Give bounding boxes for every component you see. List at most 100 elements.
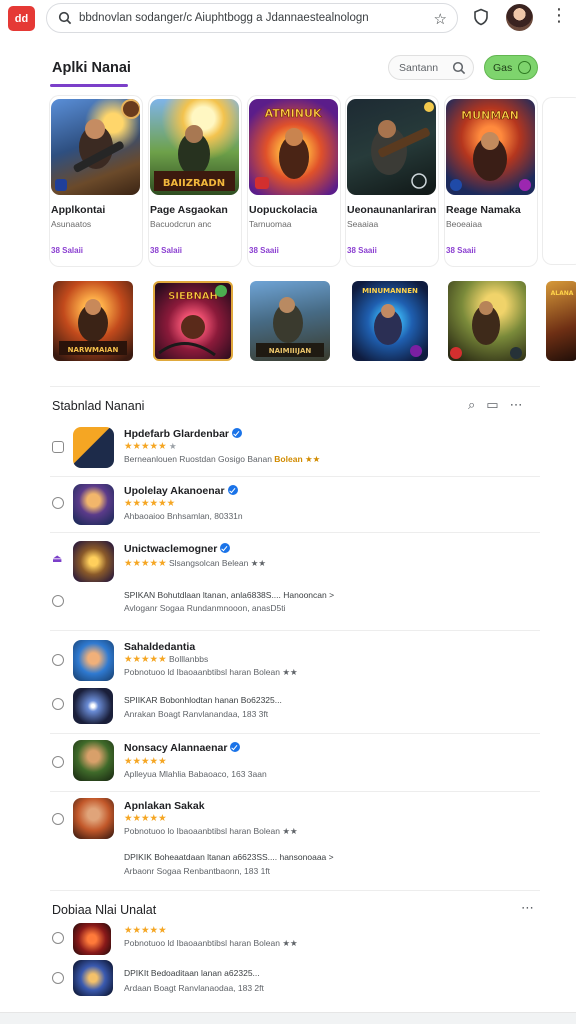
game-thumbnail[interactable] [448,281,526,361]
divider [50,791,540,792]
app-card-price: 38 Saaii [446,246,476,255]
thumbnail-text: NARWMAIAN [68,346,119,354]
list-item-subdetail: Anrakan Boagt Ranvlanandaa, 183 3ft [124,709,269,719]
row-checkbox[interactable] [52,654,64,666]
app-icon[interactable] [73,923,111,955]
app-card-price: 38 Salaii [51,246,84,255]
app-card-art: MUNMAN [446,99,535,195]
app-icon[interactable] [73,798,114,839]
list-item-title: Apnlakan Sakak [124,800,205,812]
list-item-meta: Pobnotuoo ld Ibaoaanbtibsl haran Bolean … [124,667,298,677]
app-logo[interactable]: dd [8,6,35,31]
verified-icon [227,485,238,495]
browser-toolbar: dd bbdnovlan sodanger/c Aiuphtbogg a Jda… [0,0,576,36]
app-icon[interactable] [73,484,114,525]
list-item-meta: Berneanlouen Ruostdan Gosigo Banan Bolea… [124,454,321,464]
list-item-subdetail: Avloganr Sogaa Rundanmnooon, anasD5ti [124,603,286,613]
app-card-price: 38 Saaii [347,246,377,255]
list-item-rating: ★★★★★ [124,813,167,824]
list-item-title: Nonsacy Alannaenar [124,742,241,754]
app-icon[interactable] [73,740,114,781]
app-card-name: Ueonaunanlariran [347,204,437,216]
divider [50,630,540,631]
list-item-rating: ★★★★★ Bolllanbbs [124,654,209,665]
bottom-bar [0,1012,576,1024]
app-icon[interactable] [73,688,113,724]
app-card[interactable]: Ueonaunanlariran Seaaiaa 38 Saaii [346,96,438,266]
row-checkbox[interactable] [52,813,64,825]
row-checkbox[interactable] [52,595,64,607]
list-item-rating: ★★★★★ [124,756,167,767]
app-card-price: 38 Saaii [249,246,279,255]
app-card[interactable]: BAIIZRADN Page Asgaokan Bacuodcrun anc 3… [149,96,241,266]
more-vert-icon[interactable]: ⋮ [550,6,568,24]
game-thumbnail[interactable]: ALANA [546,281,576,361]
row-checkbox[interactable] [52,497,64,509]
list-item-meta: ★★★★★ Slsangsolcan Belean ★★ [124,558,266,569]
divider [50,890,540,891]
thumbnail-text: NAIMIIIJAN [269,347,312,355]
list-item-meta: Ahbaoaioo Bnhsamlan, 80331n [124,511,243,521]
game-thumbnail[interactable]: NAIMIIIJAN [250,281,330,361]
app-card-art [51,99,140,195]
more-horiz-icon[interactable]: ⋯ [510,398,523,411]
star-icon[interactable]: ☆ [434,10,447,28]
list-item-detail: SPIKAN Bohutdlaan ltanan, anla6838S.... … [124,590,335,600]
list-item-meta: Pobnotuoo ld Ibaoaanbtibsl haran Bolean … [124,938,298,948]
app-card-peek[interactable] [543,98,576,264]
row-checkbox[interactable] [52,972,64,984]
list-item-detail: SPIIKAR Bobonhlodtan hanan Bo62325... [124,695,282,705]
more-horiz-icon[interactable]: ⋯ [521,900,534,916]
verified-icon [230,742,241,752]
row-checkbox[interactable] [52,932,64,944]
divider [50,532,540,533]
app-card-sub: Bacuodcrun anc [150,219,212,229]
list-item-meta: Aplleyua Mlahlia Babaoaco, 163 3aan [124,769,267,779]
app-icon[interactable] [73,427,114,468]
filter-search-label: Santann [399,62,439,74]
bottom-heading: Dobiaa Nlai Unalat [52,903,157,917]
avatar[interactable] [506,4,533,31]
game-thumbnail[interactable]: NARWMAIAN [53,281,133,361]
go-button[interactable]: Gas [484,55,538,80]
go-button-label: Gas [493,62,513,74]
list-item-meta: Pobnotuoo lo Ibaoaanbtibsl haran Bolean … [124,826,298,836]
list-item-title: Hpdefarb Glardenbar [124,428,243,440]
search-icon [452,61,466,75]
row-checkbox[interactable] [52,756,64,768]
app-card-art: ATMINUK [249,99,338,195]
app-card-art [347,99,436,195]
search-icon[interactable]: ⌕ [468,398,475,411]
app-icon[interactable] [73,960,113,996]
row-checkbox[interactable] [52,441,64,453]
filter-search-input[interactable]: Santann [388,55,474,80]
app-card[interactable]: MUNMAN Reage Namaka Beoeaiaa 38 Saaii [445,96,537,266]
verified-icon [232,428,243,438]
app-card[interactable]: Applkontai Asunaatos 38 Salaii [50,96,142,266]
list-heading: Stabnlad Nanani [52,399,145,413]
app-card-price: 38 Salaii [150,246,183,255]
app-card-sub: Beoeaiaa [446,219,482,229]
title-underline [50,84,128,87]
app-card-art-text: BAIIZRADN [163,178,225,189]
game-thumbnail[interactable]: MINUMANNEN [352,281,428,361]
app-card-name: Uopuckolacia [249,204,318,216]
app-card-art-text: ATMINUK [265,107,322,120]
app-icon[interactable] [73,541,114,582]
selected-indicator-icon[interactable]: ⏏ [52,553,66,567]
app-card[interactable]: ATMINUK Uopuckolacia Tarnuomaa 38 Saaii [248,96,340,266]
shield-icon[interactable] [472,8,490,26]
list-item-detail: DPIKIK Boheaatdaan ltanan a6623SS.... ha… [124,852,334,862]
game-thumbnail[interactable]: SIEBNAH [153,281,233,361]
app-icon[interactable] [73,640,114,681]
address-bar[interactable]: bbdnovlan sodanger/c Aiuphtbogg a Jdanna… [46,3,458,33]
list-item-rating: ★★★★★★ [124,498,176,509]
comment-icon[interactable]: ▭ [486,398,498,411]
thumbnail-text: SIEBNAH [168,291,218,302]
list-tools: ⌕ ▭ ⋯ [468,398,523,411]
app-card-name: Applkontai [51,204,106,216]
list-item-title: Sahaldedantia [124,641,196,653]
url-text[interactable]: bbdnovlan sodanger/c Aiuphtbogg a Jdanna… [79,12,429,24]
row-checkbox[interactable] [52,698,64,710]
list-item-title: Unictwaclemogner [124,543,231,555]
